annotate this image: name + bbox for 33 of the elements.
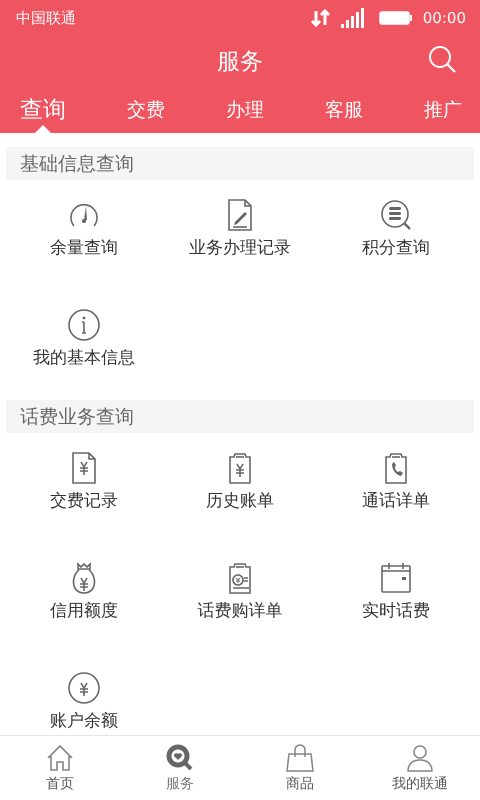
home-icon: [45, 743, 75, 773]
service-item[interactable]: 积分查询: [318, 180, 474, 290]
yen-coin-icon: [67, 671, 101, 705]
carrier-name: 中国联通: [16, 8, 77, 28]
info-icon: [67, 308, 101, 342]
nav-tab[interactable]: 我的联通: [360, 736, 480, 800]
tab-pointer-icon: [35, 125, 51, 133]
service-item[interactable]: 信用额度: [6, 543, 162, 653]
service-item[interactable]: 通话详单: [318, 433, 474, 543]
coins-magnifier-icon: [379, 198, 413, 232]
signal-icon: [340, 8, 365, 28]
search-heart-icon: [165, 743, 195, 773]
service-item[interactable]: 话费购详单: [162, 543, 318, 653]
nav-tab[interactable]: 商品: [240, 736, 360, 800]
service-item[interactable]: 我的基本信息: [6, 290, 162, 400]
handbag-icon: [285, 743, 315, 773]
search-button[interactable]: [428, 45, 458, 75]
calendar-icon: [379, 561, 413, 595]
service-item[interactable]: 余量查询: [6, 180, 162, 290]
nav-tab[interactable]: 首页: [0, 736, 120, 800]
section-header: 话费业务查询: [6, 400, 474, 433]
clock: 00:00: [422, 9, 466, 27]
section-header: 基础信息查询: [6, 147, 474, 180]
service-item[interactable]: 账户余额: [6, 653, 162, 735]
nav-tab[interactable]: 服务: [120, 736, 240, 800]
data-transfer-icon: [310, 9, 331, 27]
person-icon: [405, 743, 435, 773]
service-item[interactable]: 业务办理记录: [162, 180, 318, 290]
service-item[interactable]: 实时话费: [318, 543, 474, 653]
battery-icon: [378, 10, 413, 26]
page-title: 服务: [217, 48, 263, 76]
service-item[interactable]: 历史账单: [162, 433, 318, 543]
service-item[interactable]: 交费记录: [6, 433, 162, 543]
